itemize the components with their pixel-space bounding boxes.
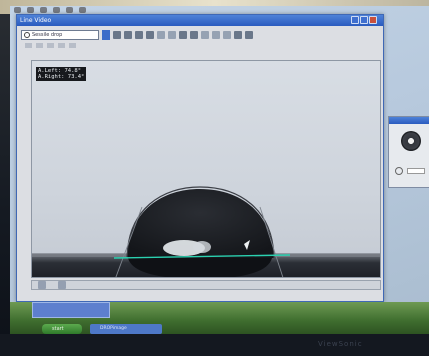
minimized-window-title [33, 303, 109, 305]
faint-icon[interactable] [36, 43, 43, 48]
gear-icon[interactable] [401, 131, 421, 151]
chevron-down-icon[interactable] [102, 30, 110, 40]
angle-right-readout: A.Right: 73.4° [38, 74, 85, 80]
faint-icon[interactable] [58, 43, 65, 48]
side-panel-titlebar[interactable] [389, 117, 429, 124]
status-icon [58, 281, 66, 289]
ruler-icon[interactable] [212, 31, 220, 39]
status-bar [31, 280, 381, 290]
brush-icon[interactable] [146, 31, 154, 39]
monitor-photo: Line Video Sessile drop A.Left: 74.8° A.… [0, 0, 429, 356]
minimize-button[interactable] [351, 16, 359, 24]
grid-icon[interactable] [234, 31, 242, 39]
faint-icon[interactable] [69, 43, 76, 48]
window-titlebar[interactable]: Line Video [17, 15, 383, 26]
window-title: Line Video [20, 17, 52, 24]
close-button[interactable] [369, 16, 377, 24]
faint-icon[interactable] [25, 43, 32, 48]
main-toolbar: Sessile drop [19, 29, 381, 41]
side-panel[interactable] [388, 116, 429, 188]
camera-icon[interactable] [113, 31, 121, 39]
blurred-icon [14, 7, 21, 13]
status-icon[interactable] [395, 167, 403, 175]
secondary-toolbar [19, 43, 381, 51]
status-icon [38, 281, 46, 289]
faint-icon[interactable] [47, 43, 54, 48]
pen-icon[interactable] [135, 31, 143, 39]
link-icon[interactable] [168, 31, 176, 39]
mode-select[interactable]: Sessile drop [21, 30, 99, 40]
measure-icon[interactable] [179, 31, 187, 39]
side-field[interactable] [407, 168, 425, 174]
contact-angle-readout: A.Left: 74.8° A.Right: 73.4° [36, 67, 87, 81]
taskbar-item[interactable]: DROPimage [90, 324, 162, 334]
monitor-bezel [0, 334, 429, 356]
maximize-button[interactable] [360, 16, 368, 24]
save-icon[interactable] [124, 31, 132, 39]
contact-angle-window[interactable]: Line Video Sessile drop A.Left: 74.8° A.… [16, 14, 384, 302]
blurred-icon [40, 7, 47, 13]
monitor-brand-logo: ViewSonic [318, 340, 363, 348]
blurred-icon [66, 7, 73, 13]
blurred-icon [79, 7, 86, 13]
gear-icon [24, 32, 30, 38]
chart-icon[interactable] [245, 31, 253, 39]
image-icon[interactable] [190, 31, 198, 39]
blurred-icon [27, 7, 34, 13]
start-button[interactable]: start [42, 324, 82, 334]
blurred-icon [53, 7, 60, 13]
droplet-image-panel[interactable]: A.Left: 74.8° A.Right: 73.4° [31, 60, 381, 278]
droplet-highlight [193, 241, 211, 253]
settings-icon[interactable] [201, 31, 209, 39]
desktop-screen: Line Video Sessile drop A.Left: 74.8° A.… [10, 6, 429, 336]
mode-select-value: Sessile drop [32, 32, 63, 38]
refresh-icon[interactable] [157, 31, 165, 39]
droplet-image [32, 186, 380, 277]
minimized-window[interactable] [32, 302, 110, 318]
line-icon[interactable] [223, 31, 231, 39]
